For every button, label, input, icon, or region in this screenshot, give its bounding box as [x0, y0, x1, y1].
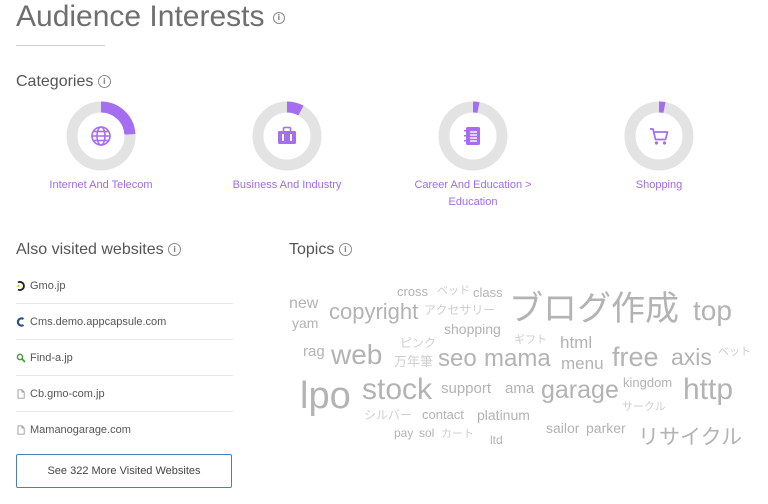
site-name[interactable]: Find-a.jp	[30, 352, 73, 364]
category-label-line: Education	[448, 196, 498, 208]
topic-word: ベッド	[437, 285, 470, 297]
also-visited-title: Also visited websites i	[16, 241, 182, 259]
topic-word: stock	[362, 373, 433, 406]
categories-title-text: Categories	[16, 73, 94, 90]
topic-word: new	[289, 295, 319, 312]
category-donut	[66, 101, 136, 171]
topic-word: シルバー	[364, 408, 413, 422]
topic-word: axis	[671, 344, 712, 370]
topic-word: contact	[422, 407, 464, 422]
cart-icon	[650, 128, 669, 145]
category-donut	[252, 101, 322, 171]
topic-word: http	[683, 373, 734, 406]
category-career-education[interactable]: Career And Education > Education	[383, 101, 563, 211]
categories-title: Categories i	[16, 73, 111, 91]
category-label-line: Business And Industry	[232, 179, 342, 191]
appcapsule-favicon-icon	[16, 316, 25, 327]
topic-word: class	[473, 285, 503, 300]
topic-word: garage	[541, 376, 619, 404]
topic-word: support	[441, 380, 492, 397]
site-name[interactable]: Cms.demo.appcapsule.com	[30, 316, 166, 328]
category-label: Internet And Telecom	[11, 177, 191, 194]
site-name[interactable]: Cb.gmo-com.jp	[30, 388, 105, 400]
info-icon[interactable]: i	[168, 243, 182, 257]
category-label: Shopping	[569, 177, 749, 194]
topic-word: mama	[484, 345, 551, 372]
list-item[interactable]: Gmo.jp	[16, 268, 233, 304]
topic-word: sailor	[546, 420, 580, 436]
topic-word: ltd	[490, 433, 503, 447]
topics-title-text: Topics	[289, 241, 335, 258]
category-business-industry[interactable]: Business And Industry	[197, 101, 377, 194]
site-name[interactable]: Gmo.jp	[30, 280, 65, 292]
also-visited-title-text: Also visited websites	[16, 241, 164, 258]
topic-word: platinum	[477, 407, 530, 423]
category-donut	[438, 101, 508, 171]
topic-word: サークル	[622, 401, 666, 413]
find-a-favicon-icon	[16, 353, 26, 363]
topic-word: ブログ作成	[509, 290, 679, 328]
topic-word: カート	[441, 428, 474, 440]
info-icon[interactable]: i	[272, 12, 285, 25]
topic-word: sol	[419, 426, 435, 440]
topic-word: menu	[561, 354, 604, 373]
list-item[interactable]: Cms.demo.appcapsule.com	[16, 304, 233, 340]
site-name[interactable]: Mamanogarage.com	[30, 424, 131, 436]
info-icon[interactable]: i	[97, 75, 111, 89]
topic-word: shopping	[444, 321, 501, 337]
topic-word: pay	[394, 426, 414, 440]
list-item[interactable]: Find-a.jp	[16, 340, 233, 376]
topic-word: top	[693, 295, 732, 326]
globe-icon	[91, 126, 111, 146]
category-label: Career And Education > Education	[383, 177, 563, 211]
category-donut	[624, 101, 694, 171]
topic-word: ギフト	[514, 334, 547, 346]
topic-word: yam	[292, 315, 319, 331]
topic-word: ama	[505, 380, 535, 397]
list-item[interactable]: Cb.gmo-com.jp	[16, 376, 233, 412]
topic-word: free	[612, 342, 659, 372]
topic-word: lpo	[300, 375, 351, 417]
category-shopping[interactable]: Shopping	[569, 101, 749, 194]
topic-word: アクセサリー	[424, 303, 496, 317]
topic-word: html	[560, 333, 593, 352]
gmo-favicon-icon	[17, 280, 25, 291]
topic-word: rag	[303, 343, 325, 360]
page-title: Audience Interests i	[16, 0, 285, 34]
category-label-line: Internet And Telecom	[49, 179, 153, 191]
topic-word: cross	[397, 284, 429, 299]
page-title-text: Audience Interests	[16, 0, 265, 33]
category-label-line: Career And Education >	[414, 179, 532, 191]
topic-word: 万年筆	[394, 354, 434, 369]
topics-title: Topics i	[289, 241, 352, 259]
briefcase-icon	[278, 126, 296, 144]
topic-word: copyright	[329, 299, 419, 324]
document-icon	[17, 388, 25, 399]
topic-word: ベット	[718, 346, 751, 358]
see-more-websites-button[interactable]: See 322 More Visited Websites	[16, 454, 232, 488]
category-internet-telecom[interactable]: Internet And Telecom	[11, 101, 191, 194]
document-icon	[17, 424, 25, 435]
topic-word: kingdom	[623, 375, 673, 390]
topic-word: parker	[586, 420, 626, 436]
category-label-line: Shopping	[635, 179, 683, 191]
info-icon[interactable]: i	[338, 243, 352, 257]
list-item[interactable]: Mamanogarage.com	[16, 412, 233, 447]
topic-word: リサイクル	[638, 426, 742, 449]
topic-word: web	[331, 339, 383, 370]
topic-word: ピンク	[400, 336, 437, 350]
notebook-icon	[464, 127, 480, 145]
topic-word: seo	[438, 345, 477, 372]
category-label: Business And Industry	[197, 177, 377, 194]
title-underline	[16, 45, 105, 46]
